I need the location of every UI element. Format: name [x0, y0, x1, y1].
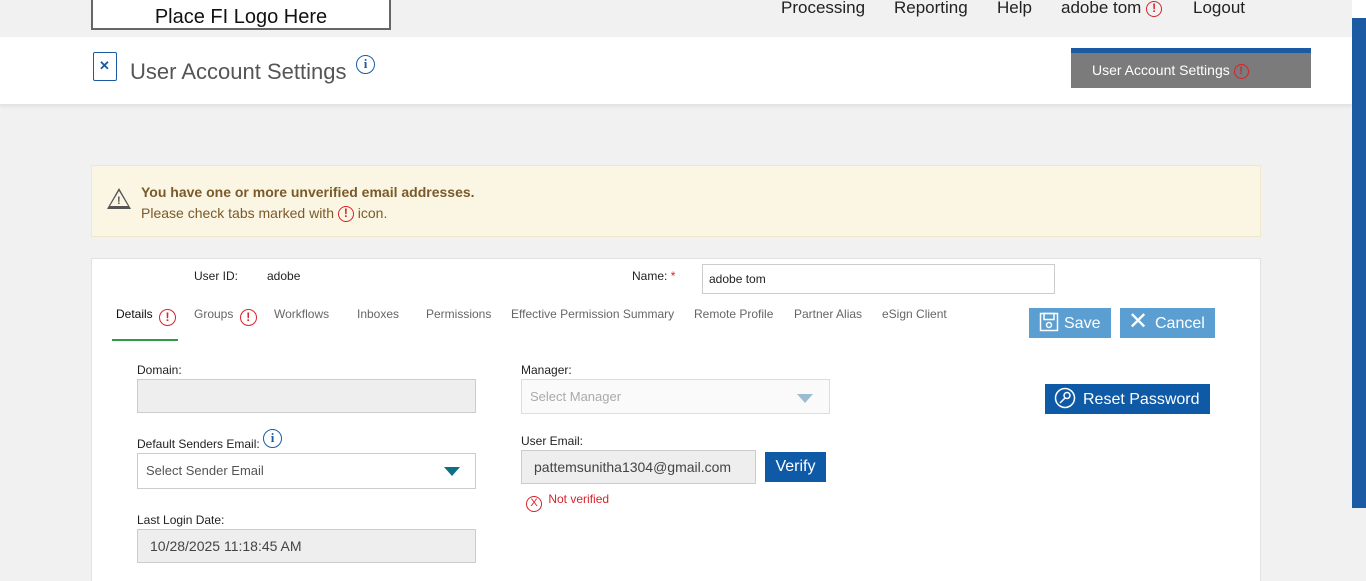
- default-senders-email-label: Default Senders Email:: [137, 437, 260, 451]
- tab-groups-label: Groups: [194, 307, 234, 321]
- user-id-value: adobe: [267, 269, 301, 283]
- nav-processing[interactable]: Processing: [781, 0, 865, 18]
- close-icon: ✕: [1128, 308, 1149, 335]
- user-details-panel: User ID: adobe Name: * adobe tom Details…: [91, 258, 1261, 581]
- last-login-date-label: Last Login Date:: [137, 513, 225, 527]
- tab-partner-alias[interactable]: Partner Alias: [794, 307, 862, 341]
- tab-groups[interactable]: Groups !: [194, 307, 257, 341]
- default-senders-email-placeholder: Select Sender Email: [146, 463, 264, 478]
- tab-effective-permission-summary[interactable]: Effective Permission Summary: [511, 307, 674, 341]
- user-id-label: User ID:: [194, 269, 239, 283]
- nav-user-name: adobe tom: [1061, 0, 1142, 17]
- info-icon[interactable]: i: [263, 429, 282, 448]
- alert-text-before: Please check tabs marked with: [141, 205, 334, 221]
- reset-password-button[interactable]: Reset Password: [1045, 384, 1210, 414]
- nav-user-menu[interactable]: adobe tom !: [1061, 0, 1163, 18]
- tab-esign-client[interactable]: eSign Client: [882, 307, 947, 341]
- page-header: User Account Settings i User Account Set…: [0, 37, 1352, 105]
- chevron-down-icon: [444, 467, 460, 476]
- user-email-label: User Email:: [521, 434, 584, 448]
- save-icon: [1039, 312, 1059, 332]
- settings-document-icon: [93, 52, 117, 81]
- name-label-text: Name:: [632, 269, 668, 283]
- tab-remote-profile[interactable]: Remote Profile: [694, 307, 773, 341]
- tab-user-account-settings-label: User Account Settings: [1092, 62, 1230, 78]
- default-senders-email-select[interactable]: Select Sender Email: [137, 453, 476, 489]
- alert-text-after: icon.: [357, 205, 388, 221]
- domain-label: Domain:: [137, 363, 182, 377]
- user-email-field: pattemsunitha1304@gmail.com: [521, 450, 756, 484]
- required-marker: *: [670, 269, 676, 283]
- manager-placeholder: Select Manager: [530, 389, 622, 404]
- tab-workflows[interactable]: Workflows: [274, 307, 329, 341]
- save-button[interactable]: Save: [1029, 308, 1111, 338]
- warning-icon: !: [1146, 0, 1163, 17]
- scrollbar-track-top: [1352, 0, 1366, 18]
- error-circle-x-icon: X: [526, 496, 542, 512]
- nav-reporting[interactable]: Reporting: [894, 0, 968, 18]
- cancel-label: Cancel: [1155, 315, 1205, 332]
- page-title: User Account Settings: [130, 59, 347, 84]
- verify-button[interactable]: Verify: [765, 452, 826, 482]
- reset-password-label: Reset Password: [1083, 391, 1200, 408]
- warning-triangle-mark: !: [117, 195, 121, 207]
- name-label: Name: *: [632, 269, 675, 283]
- logo-text: Place FI Logo Here: [154, 6, 328, 28]
- warning-icon: !: [239, 309, 257, 326]
- tab-details[interactable]: Details !: [112, 307, 178, 341]
- name-input[interactable]: adobe tom: [702, 264, 1055, 294]
- info-icon[interactable]: i: [356, 55, 375, 74]
- tab-details-label: Details: [116, 307, 153, 321]
- alert-title: You have one or more unverified email ad…: [141, 184, 475, 200]
- key-icon: [1054, 387, 1076, 409]
- warning-icon: !: [337, 206, 354, 223]
- alert-text: Please check tabs marked with ! icon.: [141, 205, 388, 223]
- nav-logout[interactable]: Logout: [1193, 0, 1245, 18]
- manager-label: Manager:: [521, 363, 572, 377]
- domain-field: [137, 379, 476, 413]
- not-verified-status: X Not verified: [526, 492, 609, 512]
- last-login-date-field: 10/28/2025 11:18:45 AM: [137, 529, 476, 563]
- nav-help[interactable]: Help: [997, 0, 1032, 18]
- not-verified-text: Not verified: [548, 492, 610, 506]
- tab-inboxes[interactable]: Inboxes: [357, 307, 399, 341]
- tab-user-account-settings[interactable]: User Account Settings !: [1071, 48, 1311, 88]
- save-label: Save: [1064, 315, 1101, 332]
- logo-placeholder[interactable]: Place FI Logo Here: [91, 0, 391, 30]
- unverified-email-alert: ! You have one or more unverified email …: [91, 165, 1261, 237]
- scrollbar-thumb[interactable]: [1352, 18, 1366, 508]
- warning-icon: !: [1233, 63, 1249, 79]
- top-navigation: Place FI Logo Here Processing Reporting …: [0, 0, 1352, 37]
- manager-select[interactable]: Select Manager: [521, 379, 830, 414]
- chevron-down-icon: [797, 394, 813, 403]
- tab-permissions[interactable]: Permissions: [426, 307, 491, 341]
- warning-icon: !: [159, 309, 177, 326]
- cancel-button[interactable]: ✕ Cancel: [1120, 308, 1215, 338]
